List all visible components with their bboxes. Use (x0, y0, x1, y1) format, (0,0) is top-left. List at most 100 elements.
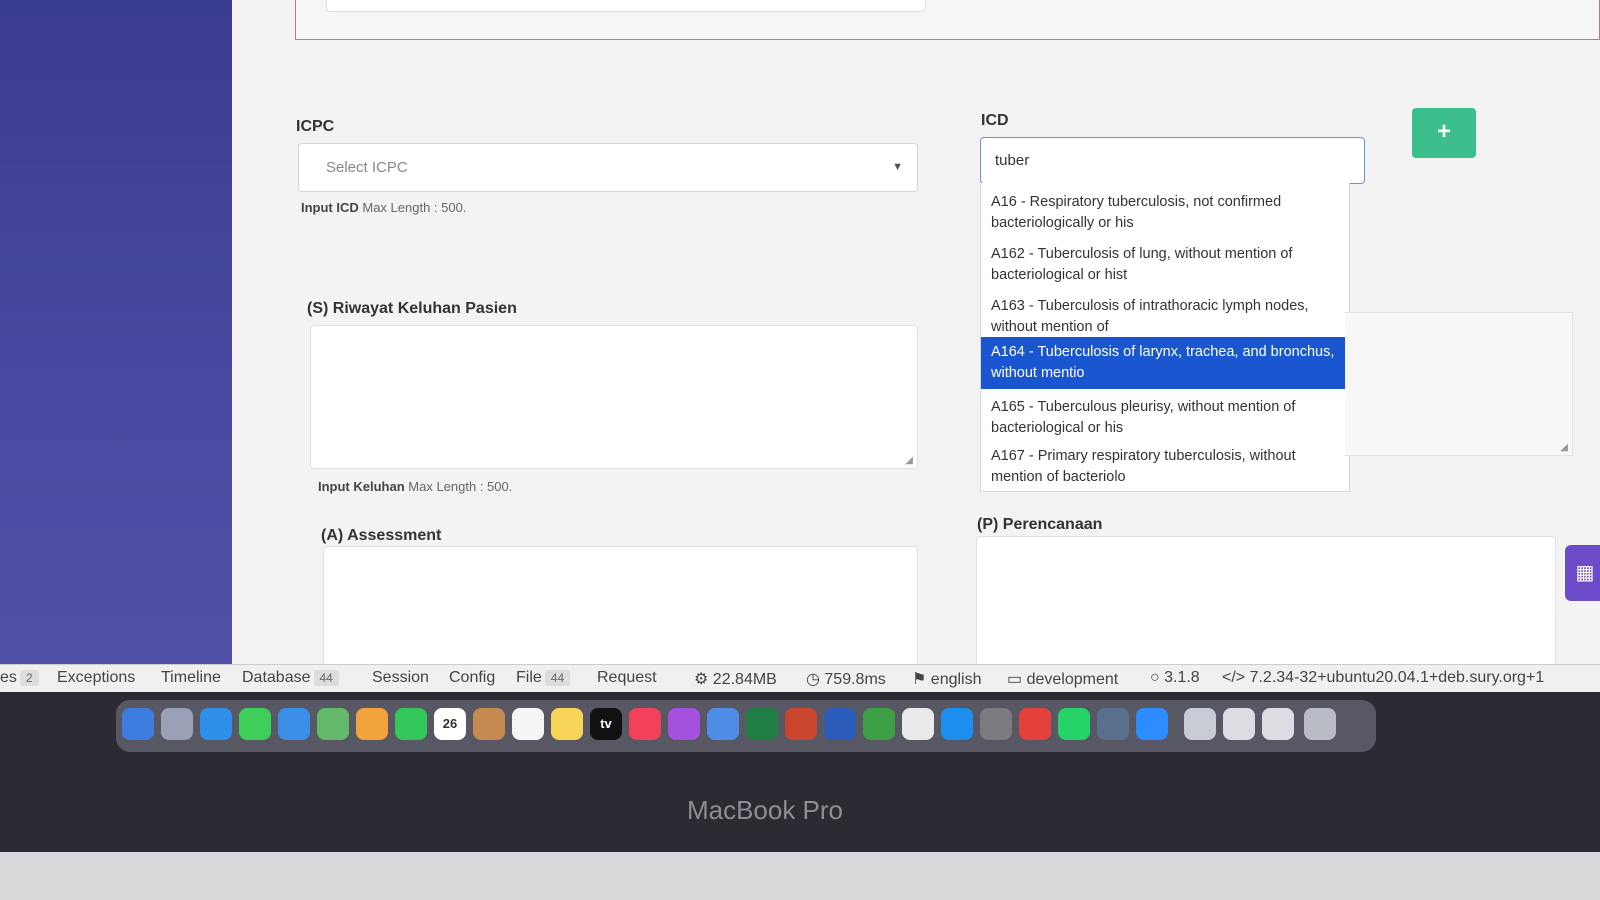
macos-dock: 26 tv (116, 700, 1376, 752)
apple-tv-icon[interactable]: tv (590, 708, 622, 740)
debugbar-env-value: development (1026, 671, 1119, 688)
flag-icon: ⚑ (912, 671, 931, 688)
contacts-icon[interactable] (473, 708, 505, 740)
device-label: MacBook Pro (686, 795, 844, 825)
resize-grip-icon[interactable]: ◢ (1560, 442, 1568, 453)
debugbar-tab-label: Database (242, 669, 311, 686)
debugbar-tab-request[interactable]: Request (597, 669, 657, 687)
numbers-icon[interactable] (863, 708, 895, 740)
github-icon: ○ (1150, 669, 1165, 686)
debugbar-tab-config[interactable]: Config (449, 669, 495, 687)
icd-option[interactable]: A16 - Respiratory tuberculosis, not conf… (981, 187, 1349, 239)
keynote-icon[interactable] (707, 708, 739, 740)
icpc-select[interactable]: Select ICPC ▼ (298, 143, 918, 192)
icpc-hint-bold: Input ICD (301, 200, 359, 215)
photos-icon[interactable] (356, 708, 388, 740)
previous-input[interactable] (326, 0, 926, 12)
word-icon[interactable] (824, 708, 856, 740)
planning-textarea[interactable] (976, 536, 1556, 664)
debugbar-tab-timeline[interactable]: Timeline (161, 669, 221, 687)
documents-icon[interactable] (1262, 708, 1294, 740)
zoom-icon[interactable] (1136, 708, 1168, 740)
caret-down-icon: ▼ (892, 161, 903, 173)
icd-option[interactable]: A162 - Tuberculosis of lung, without men… (981, 239, 1349, 291)
debugbar-php: </> 7.2.34-32+ubuntu20.04.1+deb.sury.org… (1222, 669, 1544, 687)
debugbar-version: ○ 3.1.8 (1150, 669, 1200, 687)
icd-option-selected[interactable]: A164 - Tuberculosis of larynx, trachea, … (981, 337, 1349, 389)
messages-icon[interactable] (239, 708, 271, 740)
debugbar-version-value: 3.1.8 (1164, 669, 1200, 686)
folder-icon[interactable] (1184, 708, 1216, 740)
debugbar-tab-label: es (0, 669, 17, 686)
debugbar-tab-label: File (516, 669, 542, 686)
icd-search-value: tuber (995, 152, 1030, 169)
chrome-icon[interactable] (1019, 708, 1051, 740)
subjective-textarea[interactable]: ◢ (310, 325, 918, 469)
podcasts-icon[interactable] (668, 708, 700, 740)
apps-grid-icon[interactable]: ▦ (1565, 545, 1600, 601)
app-sidebar (0, 0, 232, 680)
resize-grip-icon[interactable]: ◢ (905, 455, 913, 466)
maps-icon[interactable] (317, 708, 349, 740)
cogs-icon: ⚙ (694, 671, 713, 688)
icd-search-input[interactable]: tuber (980, 137, 1365, 184)
debugbar-tab-database[interactable]: Database 44 (242, 669, 339, 687)
assessment-label: (A) Assessment (321, 527, 442, 544)
icpc-hint-rest: Max Length : 500. (358, 200, 467, 215)
launchpad-icon[interactable] (161, 708, 193, 740)
debugbar: es 2 Exceptions Timeline Database 44 Sessi… (0, 664, 1600, 692)
subjective-hint-rest: Max Length : 500. (404, 479, 513, 494)
clock-icon: ◷ (806, 671, 825, 688)
notes-icon[interactable] (551, 708, 583, 740)
icpc-hint: Input ICD Max Length : 500. (301, 200, 466, 215)
subjective-hint-bold: Input Keluhan (318, 479, 405, 494)
debugbar-badge: 44 (544, 670, 571, 686)
icd-option[interactable]: A165 - Tuberculous pleurisy, without men… (981, 392, 1349, 444)
trash-icon[interactable] (1304, 708, 1336, 740)
icpc-label: ICPC (296, 118, 335, 135)
system-preferences-icon[interactable] (980, 708, 1012, 740)
objective-textarea[interactable]: ◢ (1345, 312, 1573, 456)
planning-label: (P) Perencanaan (977, 516, 1103, 533)
subjective-label: (S) Riwayat Keluhan Pasien (307, 300, 517, 317)
subjective-hint: Input Keluhan Max Length : 500. (318, 479, 512, 494)
mail-icon[interactable] (278, 708, 310, 740)
add-icd-button[interactable]: + (1412, 108, 1476, 158)
music-icon[interactable] (629, 708, 661, 740)
debugbar-tab-file[interactable]: File 44 (516, 669, 571, 687)
debugbar-php-value: 7.2.34-32+ubuntu20.04.1+deb.sury.org+1 (1249, 669, 1545, 686)
assessment-textarea[interactable] (323, 546, 918, 664)
debugbar-tab-session[interactable]: Session (372, 669, 429, 687)
icpc-placeholder: Select ICPC (326, 159, 408, 176)
facetime-icon[interactable] (395, 708, 427, 740)
excel-icon[interactable] (746, 708, 778, 740)
debugbar-env: ▭ development (1007, 669, 1118, 689)
debugbar-badge: 44 (313, 670, 339, 686)
reminders-icon[interactable] (512, 708, 544, 740)
calendar-icon[interactable]: 26 (434, 708, 466, 740)
preview-icon[interactable] (1097, 708, 1129, 740)
icd-options-dropdown: A16 - Respiratory tuberculosis, not conf… (980, 183, 1350, 492)
powerpoint-icon[interactable] (785, 708, 817, 740)
screenshot-icon[interactable] (1223, 708, 1255, 740)
debugbar-locale: ⚑ english (912, 669, 982, 689)
whatsapp-icon[interactable] (1058, 708, 1090, 740)
laptop-base (0, 852, 1600, 900)
debugbar-tab[interactable]: es 2 (0, 669, 39, 687)
desktop-icon: ▭ (1007, 671, 1027, 688)
debugbar-memory-value: 22.84MB (712, 671, 777, 688)
app-store-icon[interactable] (941, 708, 973, 740)
safari-icon[interactable] (200, 708, 232, 740)
code-icon: </> (1222, 669, 1250, 686)
debugbar-time-value: 759.8ms (824, 671, 886, 688)
icd-option[interactable]: A163 - Tuberculosis of intrathoracic lym… (981, 291, 1349, 343)
icd-option[interactable]: A167 - Primary respiratory tuberculosis,… (981, 441, 1349, 493)
debugbar-badge: 2 (19, 670, 39, 686)
finder-icon[interactable] (122, 708, 154, 740)
debugbar-memory: ⚙ 22.84MB (694, 669, 777, 689)
pages-icon[interactable] (902, 708, 934, 740)
debugbar-tab-exceptions[interactable]: Exceptions (57, 669, 135, 687)
debugbar-time: ◷ 759.8ms (806, 669, 886, 689)
debugbar-locale-value: english (930, 671, 982, 688)
invalid-field-box (295, 0, 1600, 40)
